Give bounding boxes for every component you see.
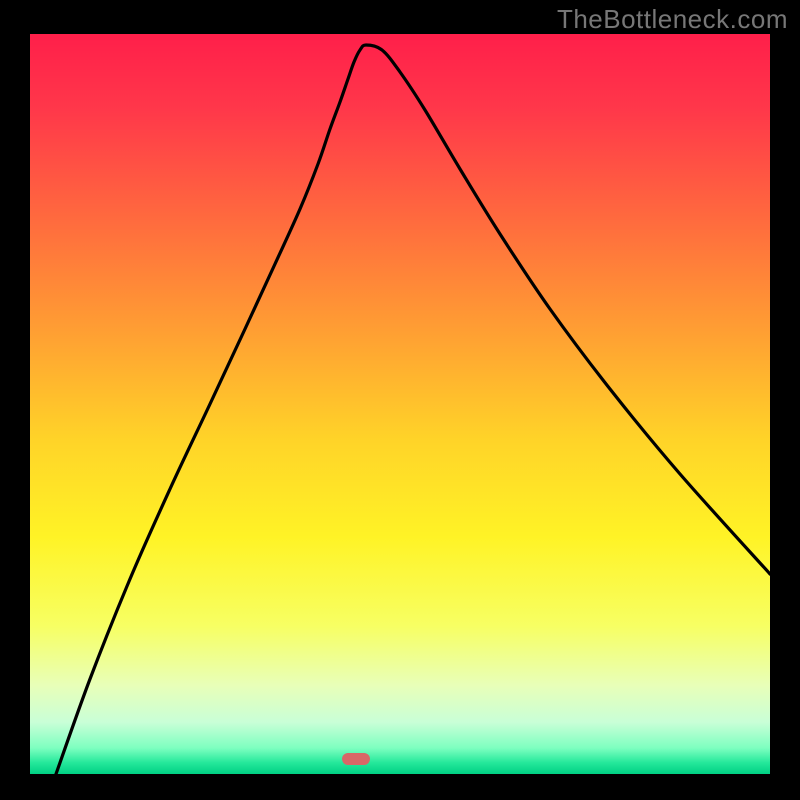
chart-frame: TheBottleneck.com — [0, 0, 800, 800]
plot-area — [30, 34, 770, 774]
curve-line — [30, 34, 770, 774]
minimum-marker — [342, 753, 370, 765]
watermark-text: TheBottleneck.com — [557, 4, 788, 35]
